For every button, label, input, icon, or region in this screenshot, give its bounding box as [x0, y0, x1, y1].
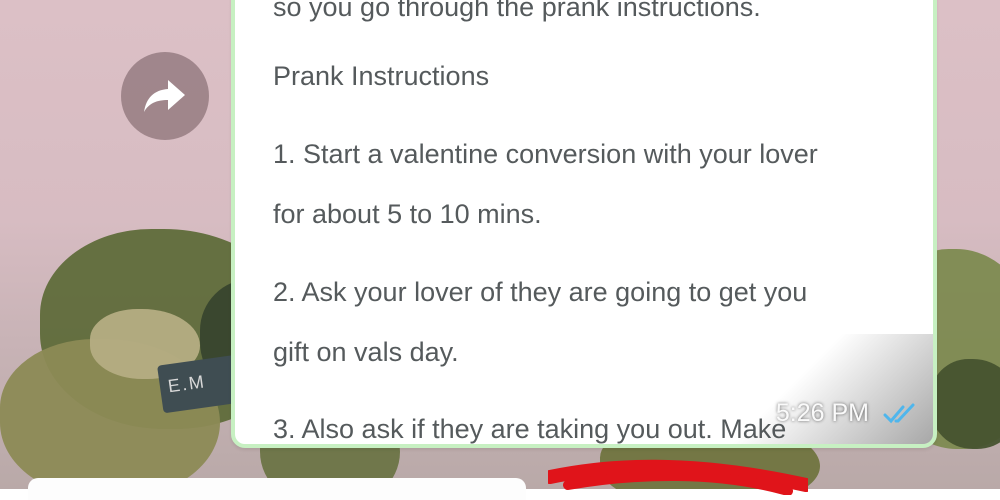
share-arrow-icon — [144, 80, 185, 112]
red-annotation-stroke — [548, 459, 808, 495]
message-line-1: 1. Start a valentine conversion with you… — [273, 139, 818, 169]
message-line-partial: so you go through the prank instructions… — [273, 0, 761, 22]
message-bubble[interactable]: so you go through the prank instructions… — [231, 0, 937, 448]
message-time: 5:26 PM — [775, 399, 869, 427]
message-line-2: for about 5 to 10 mins. — [273, 199, 542, 229]
forward-button[interactable] — [121, 52, 209, 140]
input-bar-edge[interactable] — [28, 478, 526, 500]
message-line-4: gift on vals day. — [273, 337, 459, 367]
message-line-3: 2. Ask your lover of they are going to g… — [273, 277, 808, 307]
double-check-icon — [883, 403, 915, 423]
message-meta: 5:26 PM — [776, 399, 919, 428]
message-line-5: 3. Also ask if they are taking you out. … — [273, 414, 787, 444]
message-heading: Prank Instructions — [273, 61, 490, 91]
